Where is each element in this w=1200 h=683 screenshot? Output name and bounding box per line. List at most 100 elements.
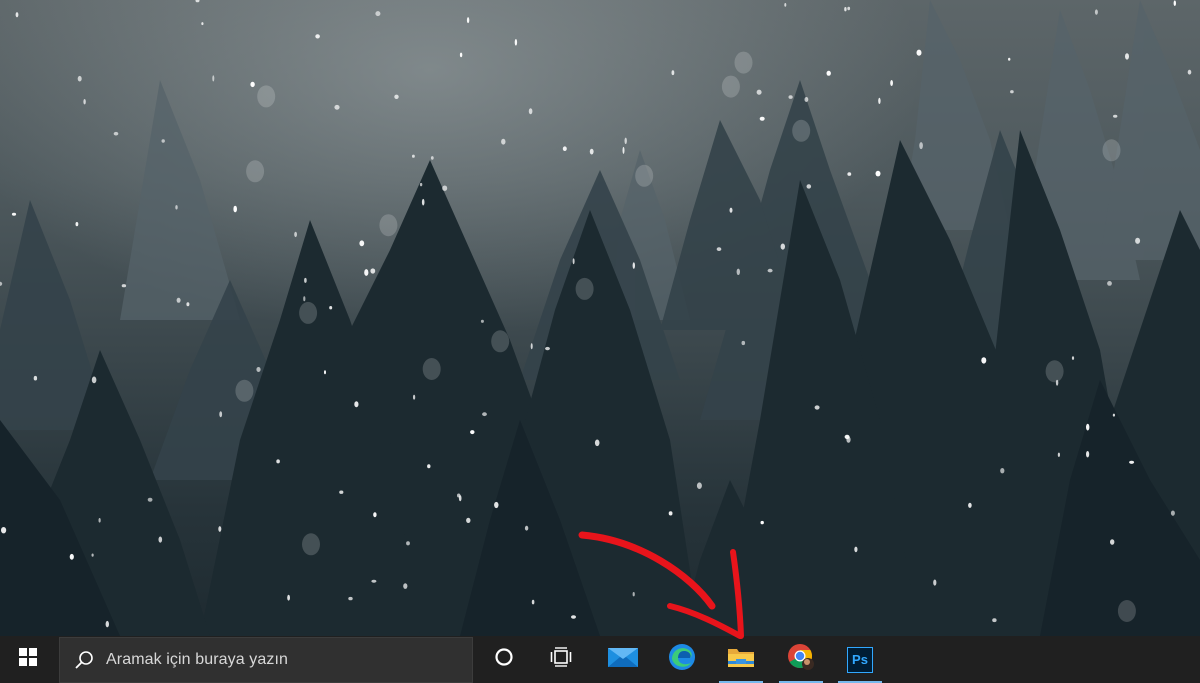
snowflake — [1129, 460, 1135, 464]
chrome-icon — [786, 642, 816, 677]
snowflake — [760, 520, 764, 525]
desktop-wallpaper — [0, 0, 1200, 636]
snowflake — [1110, 539, 1115, 545]
snowflake — [304, 277, 307, 283]
snowflake — [158, 536, 163, 543]
snowflake — [806, 184, 812, 189]
snowflake — [334, 104, 340, 110]
snowflake — [528, 108, 533, 115]
snowflake — [933, 579, 937, 586]
snowflake — [466, 17, 470, 24]
windows-start-icon — [19, 648, 37, 671]
snowflake — [359, 240, 365, 247]
snowflake — [767, 268, 773, 273]
snowflake — [847, 6, 851, 11]
snowflake — [459, 52, 463, 58]
edge-browser-button[interactable] — [656, 636, 708, 683]
taskbar: Aramak için buraya yazın Ps — [0, 636, 1200, 683]
snowflake — [1055, 379, 1059, 386]
snowflake — [992, 618, 997, 623]
snowflake — [83, 99, 86, 105]
snowflake — [1000, 468, 1005, 474]
snowflake — [457, 493, 461, 498]
snowflake — [186, 302, 190, 307]
snowflake — [531, 599, 535, 605]
snowflake — [354, 401, 359, 408]
snowflake — [105, 620, 110, 628]
snowflake — [15, 12, 19, 18]
snowflake — [176, 297, 181, 303]
snowflake — [235, 379, 254, 402]
snowflake — [847, 172, 852, 176]
snowflake — [69, 553, 74, 560]
snowflake — [668, 511, 673, 516]
snowflake — [981, 357, 987, 364]
snowflake — [373, 512, 377, 518]
snowflake — [201, 22, 204, 26]
snowflake — [0, 281, 3, 286]
snowflake — [736, 268, 740, 275]
snowflake — [233, 205, 237, 213]
chrome-browser-button[interactable] — [775, 636, 827, 683]
snowflake — [494, 501, 499, 509]
snowflake — [299, 301, 318, 324]
snowflake — [594, 439, 600, 447]
snowflake — [121, 284, 127, 288]
snowflake — [276, 459, 280, 464]
snowflake — [147, 497, 153, 502]
snowflake — [1102, 139, 1121, 162]
snowflake — [219, 411, 223, 418]
cortana-button[interactable] — [478, 636, 530, 683]
snowflake — [246, 160, 265, 183]
snowflake — [1, 527, 7, 534]
snowflake — [671, 70, 675, 76]
mail-app-button[interactable] — [597, 636, 649, 683]
snowflake — [339, 490, 344, 494]
edge-icon — [668, 643, 696, 676]
snowflake — [721, 75, 740, 98]
snowflake — [562, 146, 567, 151]
task-view-icon — [550, 647, 572, 672]
file-explorer-button[interactable] — [715, 636, 767, 683]
snowflake — [348, 596, 353, 601]
snowflake — [466, 517, 471, 524]
snowflake — [1112, 413, 1115, 417]
snowflake — [419, 182, 423, 187]
snowflake — [195, 0, 200, 3]
snowflake — [257, 85, 276, 108]
snowflake — [716, 247, 722, 252]
snowflake — [968, 502, 972, 508]
snowflake — [250, 81, 255, 88]
snowflake — [33, 375, 38, 381]
cortana-circle-icon — [494, 647, 514, 672]
snowflakes-overlay — [0, 0, 1192, 628]
snowflake — [844, 7, 847, 12]
snowflake — [734, 51, 753, 74]
taskbar-search-box[interactable]: Aramak için buraya yazın — [59, 637, 473, 683]
snowflake — [741, 340, 746, 346]
snowflake — [379, 214, 398, 237]
task-view-button[interactable] — [535, 636, 587, 683]
snowflake — [780, 243, 785, 250]
snowflake — [302, 533, 320, 556]
photoshop-icon: Ps — [847, 646, 873, 673]
snowflake — [696, 482, 702, 490]
snowflake — [792, 119, 811, 142]
snowflake — [844, 434, 850, 439]
snowflake — [98, 518, 101, 523]
start-button[interactable] — [4, 636, 52, 683]
snowflake — [442, 185, 448, 191]
snowflake — [572, 258, 575, 265]
snowflake — [1045, 360, 1064, 383]
snowflake — [324, 370, 326, 375]
snowflake — [303, 296, 306, 302]
snowflake — [1187, 69, 1192, 75]
snowflake — [756, 89, 762, 95]
snowflake — [406, 541, 410, 546]
snowflake — [1113, 114, 1118, 118]
photoshop-button[interactable]: Ps — [834, 636, 886, 683]
snowflake — [413, 394, 416, 400]
snowflake — [287, 594, 290, 601]
snowflake — [315, 34, 320, 39]
snowflake — [1170, 510, 1175, 516]
